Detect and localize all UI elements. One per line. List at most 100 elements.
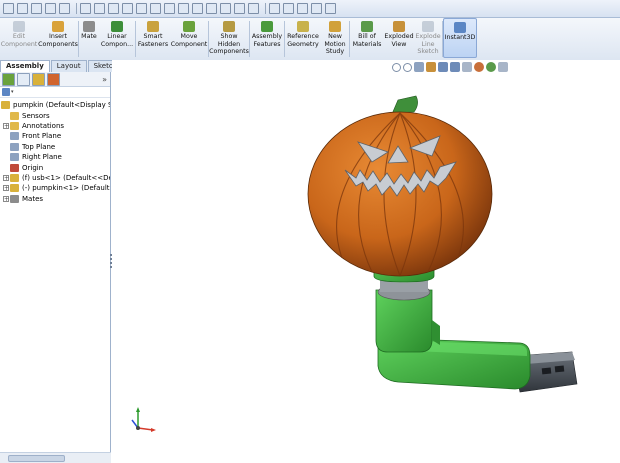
mates-icon — [10, 194, 19, 203]
print-icon[interactable] — [45, 3, 56, 14]
new-motion-study-button[interactable]: New Motion Study — [321, 18, 349, 58]
linear-component-button[interactable]: Linear Compon... — [99, 18, 135, 58]
move-icon[interactable] — [206, 3, 217, 14]
move-component-button[interactable]: Move Component — [170, 18, 208, 58]
feature-tree: pumpkin (Default<Display StateSensors + An… — [0, 98, 110, 204]
view-orientation-icon[interactable] — [438, 62, 448, 72]
heads-up-view-toolbar — [392, 62, 510, 72]
tab-layout[interactable]: Layout — [50, 60, 87, 72]
feature-tree-tab-icon[interactable] — [2, 72, 15, 86]
toolbar-separator — [265, 3, 266, 14]
sum-icon[interactable] — [164, 3, 175, 14]
mate-button[interactable]: Mate — [79, 18, 99, 58]
undo-icon[interactable] — [59, 3, 70, 14]
tree-node[interactable]: Origin — [0, 162, 110, 172]
tree-node[interactable]: pumpkin (Default<Display State — [0, 100, 110, 110]
rebuild-icon[interactable] — [94, 3, 105, 14]
explode-line-sketch-icon — [422, 21, 434, 32]
property-manager-tab-icon[interactable] — [17, 72, 30, 86]
grid-icon[interactable] — [248, 3, 259, 14]
tree-filter[interactable]: ▾ — [0, 87, 110, 98]
expand-icon[interactable]: + — [3, 122, 9, 129]
save-icon[interactable] — [31, 3, 42, 14]
previous-view-icon[interactable] — [414, 62, 424, 72]
select-icon[interactable] — [80, 3, 91, 14]
ribbon-button-label: Sketch — [417, 48, 439, 55]
link-icon[interactable] — [283, 3, 294, 14]
configuration-manager-tab-icon[interactable] — [32, 72, 45, 86]
tree-node-label: Front Plane — [22, 132, 62, 141]
bom-icon — [361, 21, 373, 32]
ribbon-button-label: Study — [325, 48, 345, 55]
expand-icon[interactable]: + — [3, 195, 9, 202]
checkbox-icon[interactable] — [122, 3, 133, 14]
bill-of-materials-button[interactable]: Bill of Materials — [350, 18, 384, 58]
hide-show-items-icon[interactable] — [462, 62, 472, 72]
explode-line-sketch-button[interactable]: Explode Line Sketch — [414, 18, 442, 58]
horizontal-scrollbar[interactable] — [0, 452, 111, 463]
ribbon-button-label: Assembly — [251, 33, 283, 40]
assembly-features-button[interactable]: Assembly Features — [250, 18, 284, 58]
tree-node-label: pumpkin (Default<Display State — [13, 101, 110, 110]
render-icon[interactable] — [325, 3, 336, 14]
tree-node[interactable]: + Annotations — [0, 121, 110, 131]
tree-node[interactable]: + (f) usb<1> (Default<<Defau — [0, 173, 110, 183]
color-icon[interactable] — [311, 3, 322, 14]
ribbon-button-label: Features — [253, 40, 281, 48]
tree-node[interactable]: + Mates — [0, 194, 110, 204]
move-component-icon — [183, 21, 195, 32]
tree-node[interactable]: Front Plane — [0, 131, 110, 141]
flag-icon[interactable] — [269, 3, 280, 14]
section-view-icon[interactable] — [426, 62, 436, 72]
filter-dropdown-icon[interactable]: ▾ — [11, 89, 14, 95]
tree-node-label: Origin — [22, 163, 44, 172]
mate-icon — [83, 21, 95, 32]
exploded-view-icon — [393, 21, 405, 32]
tree-node[interactable]: Sensors — [0, 110, 110, 120]
apply-scene-icon[interactable] — [486, 62, 496, 72]
zoom-to-fit-icon[interactable] — [392, 62, 401, 72]
open-icon[interactable] — [17, 3, 28, 14]
zoom-to-area-icon[interactable] — [403, 62, 412, 72]
tree-node-label: (f) usb<1> (Default<<Defau — [22, 173, 110, 182]
options-icon[interactable] — [108, 3, 119, 14]
tab-assembly[interactable]: Assembly — [0, 60, 50, 72]
insert-components-button[interactable]: Insert Components — [38, 18, 78, 58]
tree-node[interactable]: Top Plane — [0, 142, 110, 152]
ribbon-button-label: Geometry — [287, 40, 319, 48]
expand-icon[interactable]: + — [3, 174, 9, 181]
part-icon — [10, 173, 19, 182]
instant3d-button[interactable]: Instant3D — [443, 18, 477, 58]
check-icon[interactable] — [297, 3, 308, 14]
tree-node[interactable]: Right Plane — [0, 152, 110, 162]
display-style-icon[interactable] — [450, 62, 460, 72]
reference-geometry-button[interactable]: Reference Geometry — [285, 18, 321, 58]
expand-icon[interactable]: + — [3, 185, 9, 192]
new-document-icon[interactable] — [3, 3, 14, 14]
tree-node-label: Mates — [22, 194, 44, 203]
panel-splitter-handle[interactable] — [108, 253, 114, 269]
graphics-area[interactable] — [112, 60, 620, 463]
filter-icon[interactable] — [2, 88, 10, 96]
text-icon[interactable] — [136, 3, 147, 14]
motion-study-icon — [329, 21, 341, 32]
scrollbar-thumb[interactable] — [8, 455, 65, 462]
smart-fasteners-button[interactable]: Smart Fasteners — [136, 18, 170, 58]
ribbon-button-label: Components — [209, 48, 249, 55]
plane-icon — [10, 142, 19, 151]
tree-node-label: Sensors — [22, 111, 50, 120]
collapse-panel-icon[interactable]: » — [102, 75, 107, 84]
exploded-view-button[interactable]: Exploded View — [384, 18, 414, 58]
edit-component-button[interactable]: Edit Component — [0, 18, 38, 58]
ribbon-button-label: Mate — [81, 33, 97, 40]
plane-icon[interactable] — [150, 3, 161, 14]
show-hidden-components-button[interactable]: Show Hidden Components — [209, 18, 249, 58]
settings-icon[interactable] — [234, 3, 245, 14]
measure-icon[interactable] — [178, 3, 189, 14]
view-settings-icon[interactable] — [498, 62, 508, 72]
display-manager-tab-icon[interactable] — [47, 72, 60, 86]
edit-appearance-icon[interactable] — [474, 62, 484, 72]
warning-icon[interactable] — [192, 3, 203, 14]
chart-icon[interactable] — [220, 3, 231, 14]
tree-node[interactable]: + (-) pumpkin<1> (Default<< — [0, 183, 110, 193]
